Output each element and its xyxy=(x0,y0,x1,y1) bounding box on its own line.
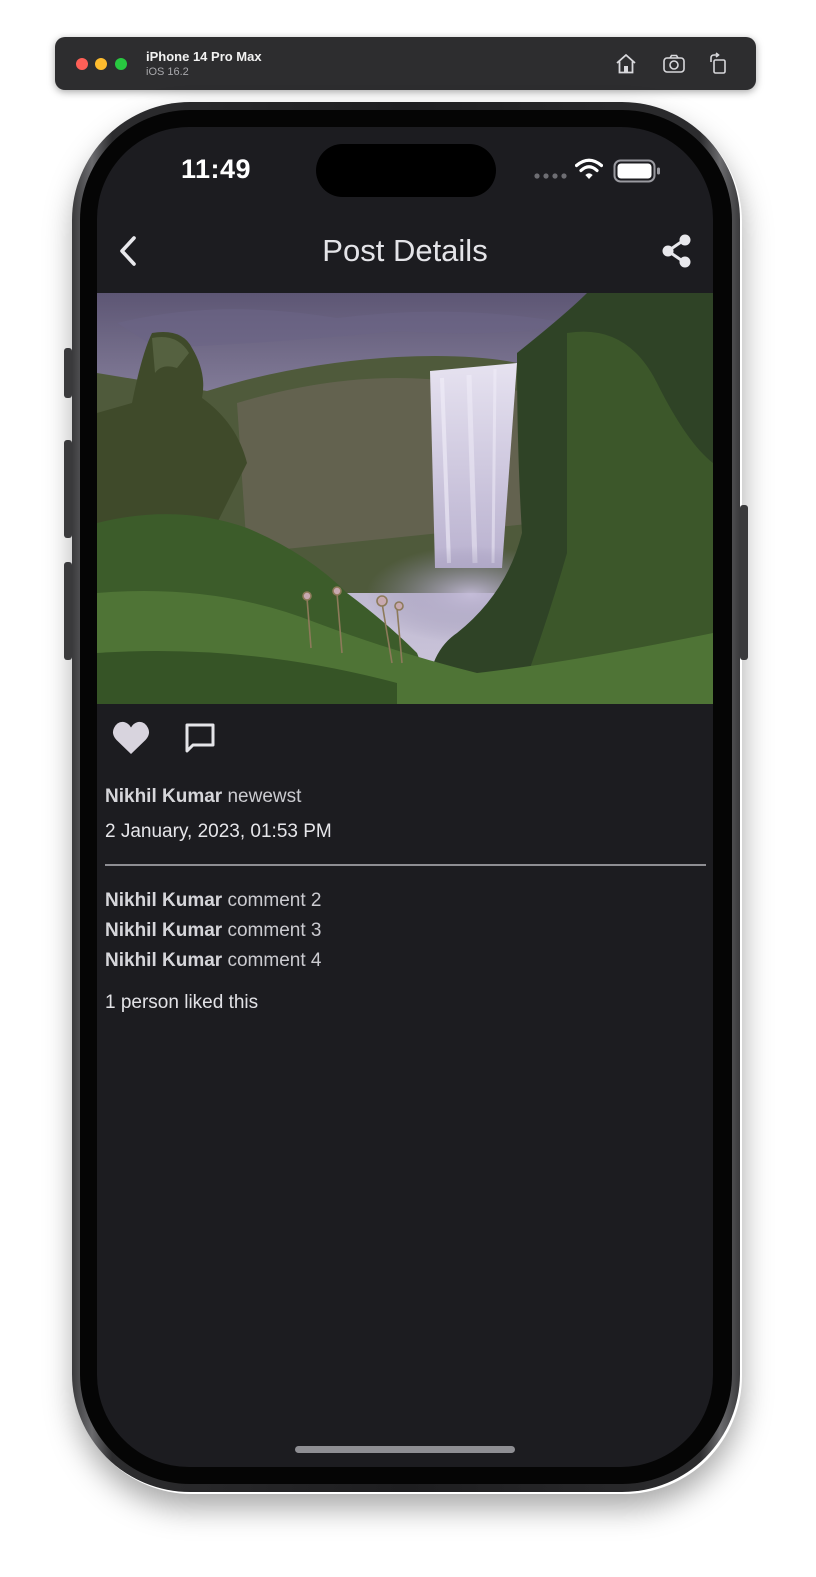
device-name: iPhone 14 Pro Max xyxy=(146,49,262,64)
os-version: iOS 16.2 xyxy=(146,66,189,78)
status-time: 11:49 xyxy=(181,154,252,184)
home-icon[interactable] xyxy=(613,51,639,77)
simulator-toolbar: iPhone 14 Pro Max iOS 16.2 xyxy=(55,37,756,90)
likes-count[interactable]: 1 person liked this xyxy=(105,992,258,1014)
screenshot-icon[interactable] xyxy=(661,51,687,77)
comment-author[interactable]: Nikhil Kumar xyxy=(105,920,222,941)
comment-text: comment 4 xyxy=(227,950,322,971)
window-zoom-button[interactable] xyxy=(115,58,127,70)
comment-row: Nikhil Kumar comment 2 xyxy=(105,890,321,912)
comment-text: comment 2 xyxy=(227,890,322,911)
comment-text: comment 3 xyxy=(227,920,322,941)
mute-switch[interactable] xyxy=(64,348,72,398)
window-minimize-button[interactable] xyxy=(95,58,107,70)
share-icon[interactable] xyxy=(659,233,695,269)
heart-icon[interactable] xyxy=(111,719,151,757)
post-caption: Nikhil Kumar newewst xyxy=(105,786,301,808)
volume-up-button[interactable] xyxy=(64,440,72,538)
comment-author[interactable]: Nikhil Kumar xyxy=(105,950,222,971)
phone-screen: 11:49 Post Details Nikhil Kumar newewst … xyxy=(97,127,713,1467)
comment-author[interactable]: Nikhil Kumar xyxy=(105,890,222,911)
wifi-icon xyxy=(575,158,603,179)
window-close-button[interactable] xyxy=(76,58,88,70)
divider xyxy=(105,864,706,866)
rotate-icon[interactable] xyxy=(706,51,732,77)
post-date: 2 January, 2023, 01:53 PM xyxy=(105,821,332,842)
home-indicator[interactable] xyxy=(295,1446,515,1453)
page-title: Post Details xyxy=(322,233,488,268)
comment-row: Nikhil Kumar comment 4 xyxy=(105,950,321,972)
cellular-icon xyxy=(534,173,567,179)
volume-down-button[interactable] xyxy=(64,562,72,660)
dynamic-island xyxy=(316,144,496,197)
caption-text: newewst xyxy=(227,786,302,807)
comment-row: Nikhil Kumar comment 3 xyxy=(105,920,321,942)
post-author[interactable]: Nikhil Kumar xyxy=(105,786,222,807)
post-image[interactable] xyxy=(97,293,713,704)
comment-icon[interactable] xyxy=(183,721,217,755)
battery-icon xyxy=(613,159,660,183)
power-button[interactable] xyxy=(740,505,748,660)
